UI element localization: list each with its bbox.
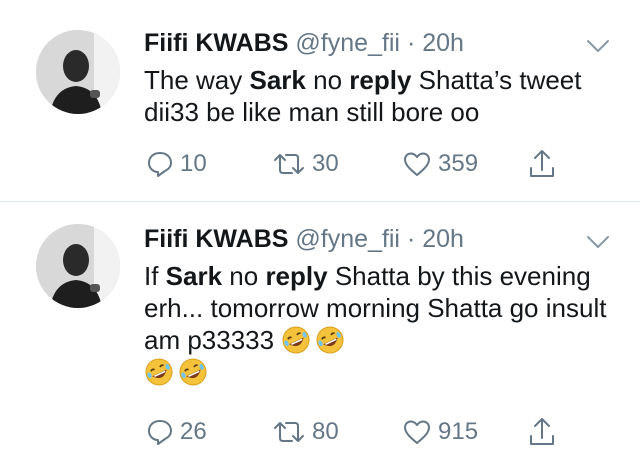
like-button[interactable]: 915 (402, 418, 478, 446)
text-bold: reply (349, 65, 412, 95)
text-part: no (305, 65, 350, 95)
text-bold: Sark (165, 261, 223, 291)
text-bold: Sark (249, 65, 306, 95)
tweet-text: If Sark no reply Shatta by this evening … (144, 260, 614, 388)
tweet-time[interactable]: 20h (422, 29, 464, 57)
share-button[interactable] (527, 416, 563, 448)
avatar[interactable] (36, 224, 120, 308)
share-icon (530, 418, 554, 445)
chevron-down-icon[interactable] (584, 232, 612, 252)
author-name[interactable]: Fiifi KWABS (144, 225, 288, 253)
chevron-down-icon[interactable] (584, 36, 612, 56)
text-part: If (144, 261, 166, 291)
share-icon (530, 150, 554, 177)
avatar-photo (36, 224, 120, 308)
retweet-icon (274, 154, 304, 174)
separator-dot: · (406, 29, 416, 57)
author-name[interactable]: Fiifi KWABS (144, 29, 288, 57)
tweet-actions: 26 80 915 (0, 412, 640, 452)
separator-dot: · (406, 225, 416, 253)
share-button[interactable] (527, 148, 563, 180)
like-count: 915 (438, 418, 479, 445)
reply-button[interactable]: 10 (146, 150, 207, 178)
reply-button[interactable]: 26 (146, 418, 207, 446)
rolling-on-floor-laughing-icon (316, 326, 344, 354)
retweet-count: 30 (312, 150, 339, 177)
rolling-on-floor-laughing-icon (282, 326, 310, 354)
reply-count: 26 (180, 418, 207, 445)
like-button[interactable]: 359 (402, 150, 478, 178)
retweet-icon (274, 422, 304, 442)
tweet[interactable]: Fiifi KWABS @fyne_fii · 20h The way Sark… (0, 0, 640, 200)
heart-icon (404, 152, 430, 176)
text-part: The way (144, 65, 250, 95)
tweet-time[interactable]: 20h (422, 225, 464, 253)
reply-count: 10 (180, 150, 207, 177)
author-handle[interactable]: @fyne_fii (295, 225, 400, 253)
retweet-button[interactable]: 80 (272, 418, 339, 446)
reply-icon (148, 152, 172, 177)
tweet-actions: 10 30 359 (0, 144, 640, 184)
tweet[interactable]: Fiifi KWABS @fyne_fii · 20h If Sark no r… (0, 202, 640, 462)
author-handle[interactable]: @fyne_fii (295, 29, 400, 57)
retweet-button[interactable]: 30 (272, 150, 339, 178)
avatar-photo (36, 30, 120, 114)
tweet-header: Fiifi KWABS @fyne_fii · 20h (144, 224, 464, 254)
avatar[interactable] (36, 30, 120, 114)
like-count: 359 (438, 150, 479, 177)
text-part: no (222, 261, 266, 291)
reply-icon (148, 420, 172, 445)
retweet-count: 80 (312, 418, 339, 445)
tweet-header: Fiifi KWABS @fyne_fii · 20h (144, 28, 464, 58)
tweet-text: The way Sark no reply Shatta’s tweet dii… (144, 64, 614, 128)
text-bold: reply (265, 261, 328, 291)
heart-icon (404, 420, 430, 444)
rolling-on-floor-laughing-icon (145, 358, 173, 386)
rolling-on-floor-laughing-icon (179, 358, 207, 386)
